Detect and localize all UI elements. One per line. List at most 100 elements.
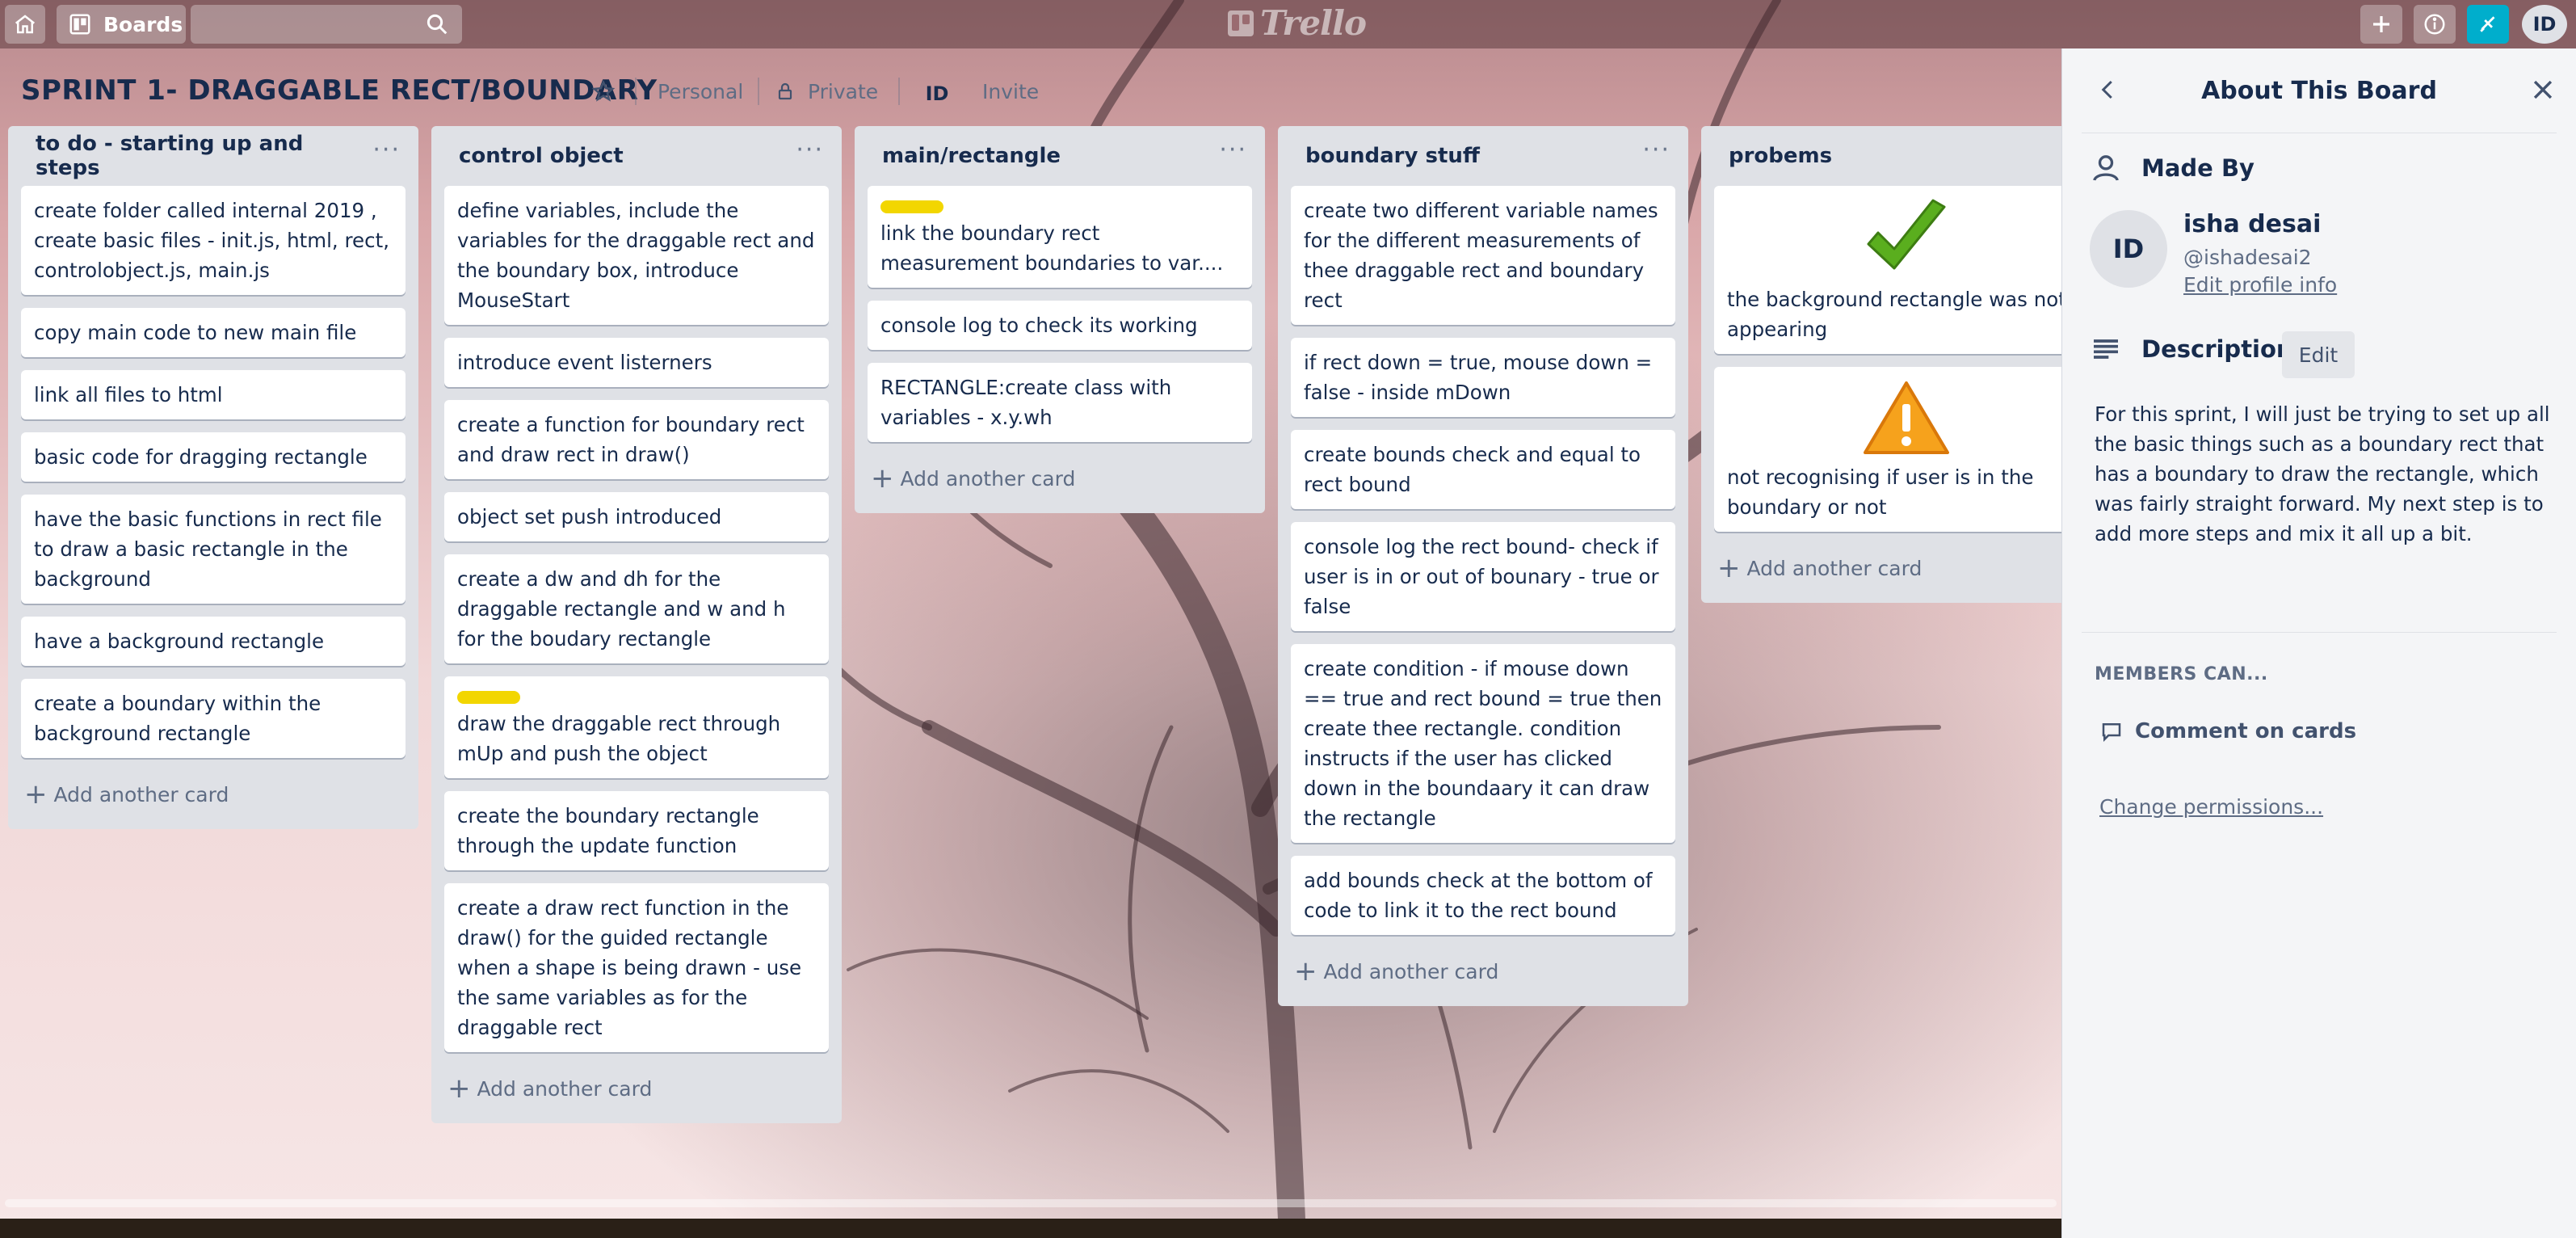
list-menu-icon[interactable]: ··· xyxy=(796,138,824,162)
card-text: have the basic functions in rect file to… xyxy=(34,507,382,591)
card[interactable]: console log the rect bound- check if use… xyxy=(1291,522,1675,631)
card-text: basic code for dragging rectangle xyxy=(34,445,368,469)
card[interactable]: create bounds check and equal to rect bo… xyxy=(1291,430,1675,509)
info-icon xyxy=(2424,14,2445,35)
card[interactable]: if rect down = true, mouse down = false … xyxy=(1291,338,1675,417)
boards-icon xyxy=(69,14,90,35)
card[interactable]: add bounds check at the bottom of code t… xyxy=(1291,856,1675,935)
trello-logo[interactable]: Trello xyxy=(1228,3,1367,43)
search-input[interactable] xyxy=(191,5,462,44)
card[interactable]: create a draw rect function in the draw(… xyxy=(444,883,829,1052)
board-title[interactable]: SPRINT 1- DRAGGABLE RECT/BOUNDARY xyxy=(21,74,658,107)
card[interactable]: console log to check its working xyxy=(868,301,1252,350)
card[interactable]: create two different variable names for … xyxy=(1291,186,1675,325)
card[interactable]: create the boundary rectangle through th… xyxy=(444,791,829,870)
home-button[interactable] xyxy=(5,5,45,44)
team-visibility-button[interactable]: Personal xyxy=(658,74,743,108)
card[interactable]: have the basic functions in rect file to… xyxy=(21,495,406,604)
card[interactable]: link the boundary rect measurement bound… xyxy=(868,186,1252,288)
edit-description-button[interactable]: Edit xyxy=(2282,331,2355,378)
search-icon[interactable] xyxy=(425,12,449,36)
add-card-button[interactable]: + Add another card xyxy=(21,771,406,818)
info-button[interactable] xyxy=(2414,5,2456,44)
back-arrow-icon[interactable] xyxy=(2096,78,2120,102)
comment-permission-label: Comment on cards xyxy=(2135,719,2357,743)
add-card-button[interactable]: + Add another card xyxy=(1714,545,2099,592)
about-board-panel: About This Board Made By ID isha desai @… xyxy=(2061,48,2576,1238)
change-permissions-link[interactable]: Change permissions... xyxy=(2099,795,2323,819)
card[interactable]: define variables, include the variables … xyxy=(444,186,829,325)
horizontal-scrollbar[interactable] xyxy=(5,1199,2057,1207)
made-by-label: Made By xyxy=(2141,154,2255,182)
card[interactable]: create a boundary within the background … xyxy=(21,679,406,758)
list-menu-icon[interactable]: ··· xyxy=(1642,138,1670,162)
comment-icon xyxy=(2102,723,2121,743)
list-header: control object ··· xyxy=(444,126,829,186)
privacy-label: Private xyxy=(808,79,879,103)
card-text: create condition - if mouse down == true… xyxy=(1304,657,1662,830)
top-header: Boards Trello ID xyxy=(0,0,2576,48)
list-title[interactable]: probems xyxy=(1729,144,1832,168)
star-button[interactable] xyxy=(591,74,616,108)
logo-text: Trello xyxy=(1260,3,1367,43)
list-probems[interactable]: probems ··· the background rectangle was… xyxy=(1701,126,2112,603)
card[interactable]: introduce event listerners xyxy=(444,338,829,387)
profile-avatar[interactable]: ID xyxy=(2090,210,2167,288)
list-header: boundary stuff ··· xyxy=(1291,126,1675,186)
card[interactable]: create condition - if mouse down == true… xyxy=(1291,644,1675,843)
list-title[interactable]: to do - starting up and steps xyxy=(36,132,372,180)
card-label-yellow[interactable] xyxy=(880,200,943,213)
board-header: SPRINT 1- DRAGGABLE RECT/BOUNDARY Person… xyxy=(0,57,1066,126)
close-icon[interactable] xyxy=(2529,76,2557,103)
card[interactable]: create a function for boundary rect and … xyxy=(444,400,829,479)
card[interactable]: basic code for dragging rectangle xyxy=(21,432,406,482)
card[interactable]: create folder called internal 2019 , cre… xyxy=(21,186,406,295)
list-menu-icon[interactable]: ··· xyxy=(1219,138,1247,162)
card[interactable]: link all files to html xyxy=(21,370,406,419)
list-menu-icon[interactable]: ··· xyxy=(372,138,401,162)
card-text: not recognising if user is in the bounda… xyxy=(1727,465,2034,519)
card[interactable]: the background rectangle was not appeari… xyxy=(1714,186,2099,354)
plus-icon: + xyxy=(1717,552,1741,584)
list-title[interactable]: boundary stuff xyxy=(1305,144,1480,168)
card-text: create bounds check and equal to rect bo… xyxy=(1304,443,1641,496)
add-card-button[interactable]: + Add another card xyxy=(868,455,1252,502)
person-icon xyxy=(2093,155,2119,181)
create-button[interactable] xyxy=(2360,5,2402,44)
list-boundary-stuff[interactable]: boundary stuff ··· create two different … xyxy=(1278,126,1688,1006)
invite-button[interactable]: Invite xyxy=(982,74,1039,108)
notifications-button[interactable] xyxy=(2467,5,2509,44)
card-text: console log to check its working xyxy=(880,314,1198,337)
card[interactable]: object set push introduced xyxy=(444,492,829,541)
card-label-yellow[interactable] xyxy=(457,691,520,704)
card[interactable]: draw the draggable rect through mUp and … xyxy=(444,676,829,778)
profile-name: isha desai xyxy=(2183,210,2322,238)
card-text: create a function for boundary rect and … xyxy=(457,413,805,466)
privacy-button[interactable]: Private xyxy=(775,74,878,108)
edit-profile-link[interactable]: Edit profile info xyxy=(2183,273,2337,297)
card[interactable]: create a dw and dh for the draggable rec… xyxy=(444,554,829,663)
list-control-object[interactable]: control object ··· define variables, inc… xyxy=(431,126,842,1123)
card[interactable]: not recognising if user is in the bounda… xyxy=(1714,367,2099,532)
members-can-heading: MEMBERS CAN... xyxy=(2095,664,2268,684)
description-label: Description xyxy=(2141,335,2293,363)
add-card-button[interactable]: + Add another card xyxy=(1291,948,1675,995)
list-main-rectangle[interactable]: main/rectangle ··· link the boundary rec… xyxy=(855,126,1265,513)
add-card-button[interactable]: + Add another card xyxy=(444,1065,829,1112)
boards-button[interactable]: Boards xyxy=(57,5,186,44)
user-avatar[interactable]: ID xyxy=(2522,5,2567,44)
list-title[interactable]: main/rectangle xyxy=(882,144,1061,168)
warning-icon xyxy=(1864,381,1949,454)
card[interactable]: RECTANGLE:create class with variables - … xyxy=(868,363,1252,442)
card[interactable]: copy main code to new main file xyxy=(21,308,406,357)
description-text[interactable]: For this sprint, I will just be trying t… xyxy=(2095,399,2557,549)
list-to-do[interactable]: to do - starting up and steps ··· create… xyxy=(8,126,418,829)
checkmark-icon xyxy=(1867,199,1946,270)
card[interactable]: have a background rectangle xyxy=(21,617,406,666)
card-cover xyxy=(1727,196,2086,284)
board-member-avatar[interactable]: ID xyxy=(916,78,958,110)
plus-icon: + xyxy=(24,778,48,811)
description-heading: Description xyxy=(2090,333,2293,365)
list-title[interactable]: control object xyxy=(459,144,624,168)
card-text: draw the draggable rect through mUp and … xyxy=(457,712,781,765)
